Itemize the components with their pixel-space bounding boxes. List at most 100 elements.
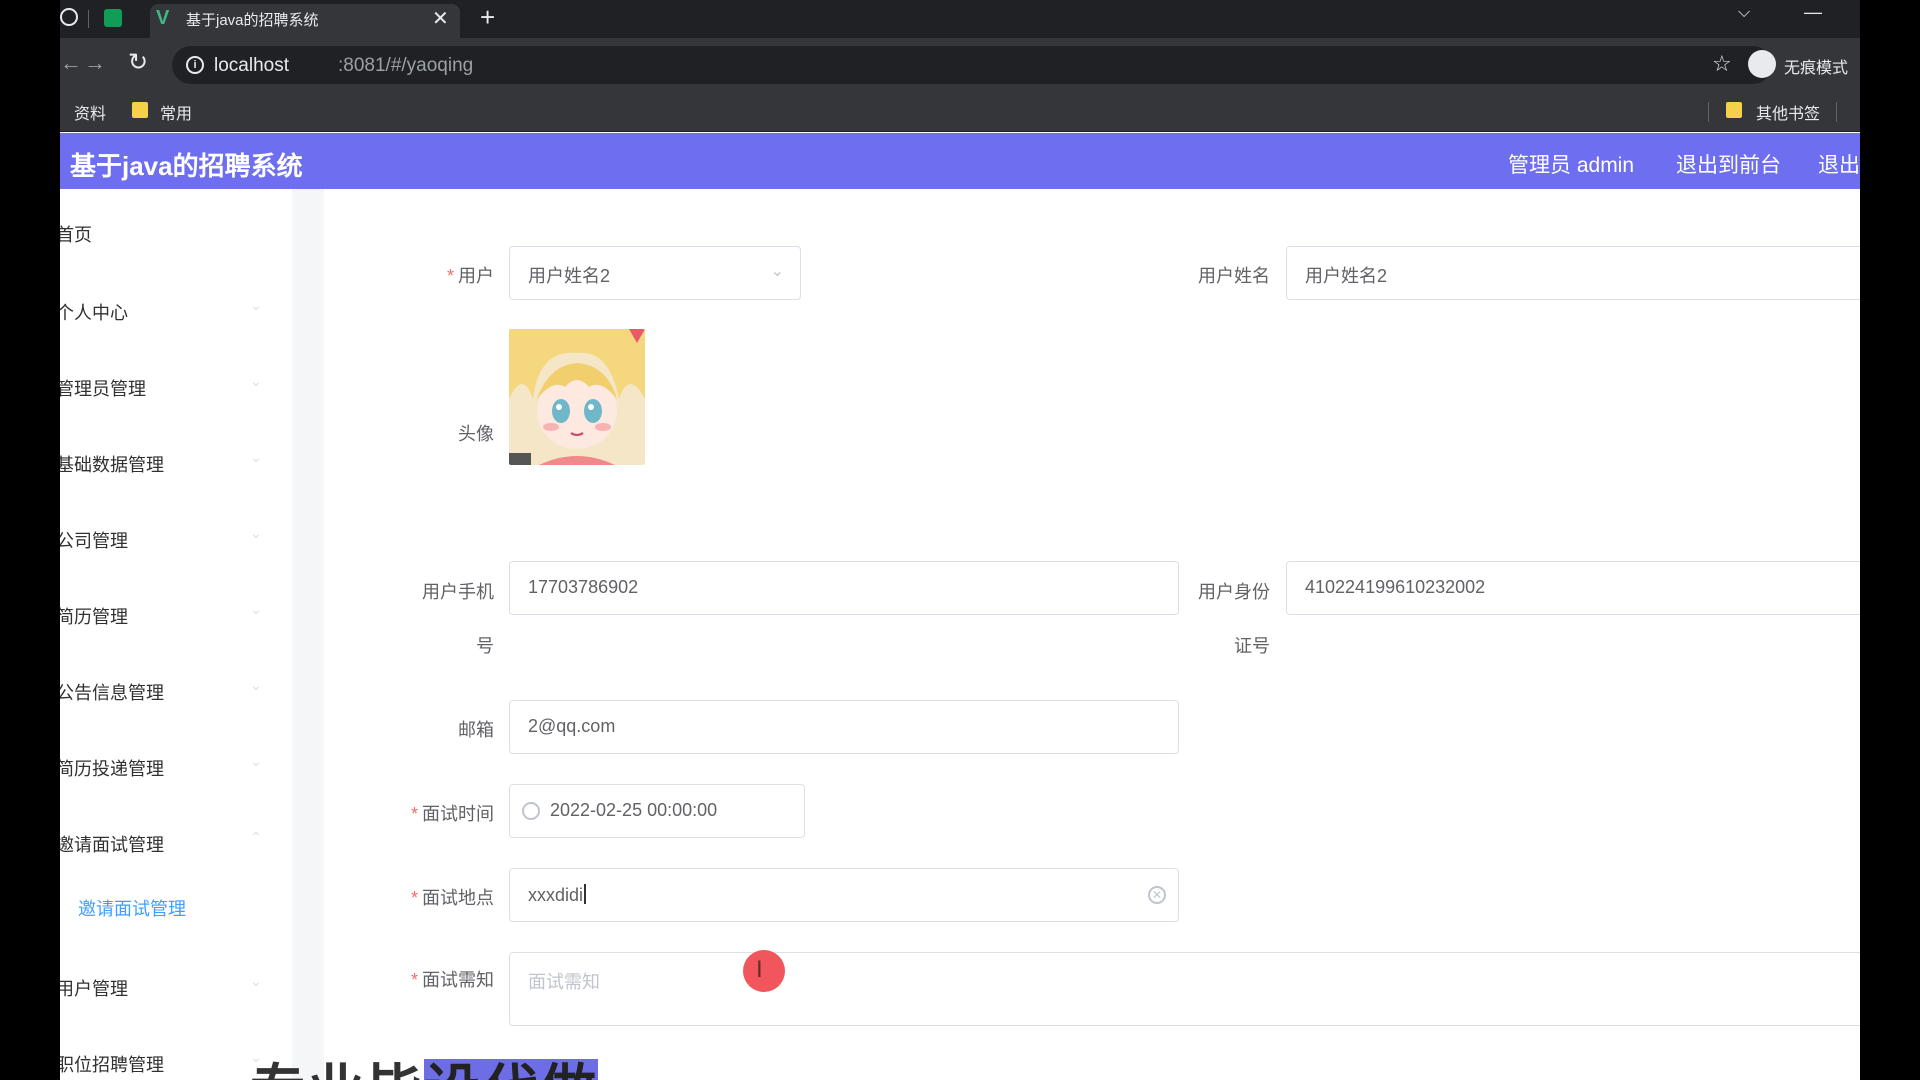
minimize-icon[interactable]: — xyxy=(1804,2,1822,23)
browser-toolbar: ← → ↻ i localhost :8081/#/yaoqing ☆ 无痕模式 xyxy=(60,38,1860,92)
chevron-down-icon: ⌄ xyxy=(250,525,262,541)
place-label: * 面试地点 xyxy=(360,884,494,910)
bookmark-item[interactable]: 资料 xyxy=(74,100,106,124)
idcard-label: 用户身份 xyxy=(1198,582,1270,602)
sidebar-item-admin[interactable]: 管理员管理 ⌄ xyxy=(60,365,292,405)
overlay-caption: 专业毕设代做 xyxy=(250,1046,598,1080)
time-label-text: 面试时间 xyxy=(422,804,494,824)
interview-time-value: 2022-02-25 00:00:00 xyxy=(550,800,718,820)
email-field[interactable]: 2@qq.com xyxy=(509,700,1179,754)
pinned-tab-sheet-icon[interactable] xyxy=(104,9,122,27)
tab-title[interactable]: 基于java的招聘系统 xyxy=(186,9,319,30)
sidebar-item-label: 首页 xyxy=(60,225,92,245)
sidebar-item-basedata[interactable]: 基础数据管理 ⌄ xyxy=(60,441,292,481)
interview-place-field[interactable]: xxxdidi ✕ xyxy=(509,868,1179,922)
username-value: 用户姓名2 xyxy=(1305,266,1388,286)
sidebar-item-label: 基础数据管理 xyxy=(60,455,164,475)
phone-label: 用户手机 xyxy=(422,582,494,602)
sidebar-item-label: 个人中心 xyxy=(60,303,128,323)
url-host: localhost xyxy=(214,55,289,76)
reload-icon[interactable]: ↻ xyxy=(128,48,148,77)
forward-icon[interactable]: → xyxy=(84,50,106,76)
ibeam-cursor-icon: I xyxy=(756,956,763,983)
phone-label-cont: 号 xyxy=(476,636,494,656)
idcard-label-cont: 证号 xyxy=(1234,636,1270,656)
user-select-value: 用户姓名2 xyxy=(528,266,611,286)
bookmark-star-icon[interactable]: ☆ xyxy=(1712,51,1732,77)
sidebar-item-users[interactable]: 用户管理 ⌄ xyxy=(60,965,292,1005)
phone-value: 17703786902 xyxy=(528,577,639,597)
sidebar-item-label: 简历管理 xyxy=(60,607,128,627)
bookmark-separator xyxy=(1836,102,1837,122)
sidebar-item-notice[interactable]: 公告信息管理 ⌄ xyxy=(60,669,292,709)
folder-icon xyxy=(132,102,148,118)
sidebar-item-delivery[interactable]: 简历投递管理 ⌄ xyxy=(60,745,292,785)
sidebar-item-label: 公司管理 xyxy=(60,531,128,551)
avatar-image-icon xyxy=(509,329,645,465)
sidebar-subitem-interview[interactable]: 邀请面试管理 xyxy=(78,895,186,921)
url-path: :8081/#/yaoqing xyxy=(338,55,474,76)
bookmark-item[interactable]: 常用 xyxy=(160,100,192,124)
sidebar-item-home[interactable]: 首页 xyxy=(60,211,292,251)
sidebar-item-label: 公告信息管理 xyxy=(60,683,164,703)
new-tab-button[interactable]: + xyxy=(480,2,495,33)
user-label-text: 用户 xyxy=(458,266,494,286)
required-mark: * xyxy=(410,804,418,824)
interview-place-value: xxxdidi xyxy=(528,884,587,906)
site-info-icon[interactable]: i xyxy=(186,56,204,74)
incognito-icon xyxy=(1748,50,1776,78)
chevron-down-icon: ⌄ xyxy=(250,677,262,693)
tab-search-chevron-icon[interactable]: ⌵ xyxy=(1738,4,1750,22)
chevron-up-icon: ⌃ xyxy=(250,829,262,845)
place-label-text: 面试地点 xyxy=(422,888,494,908)
interview-notice-textarea[interactable]: 面试需知 xyxy=(509,952,1860,1026)
clear-icon[interactable]: ✕ xyxy=(1148,886,1166,904)
mouse-cursor-highlight xyxy=(743,950,785,992)
tab-separator xyxy=(88,10,89,28)
notice-label: * 面试需知 xyxy=(360,966,494,992)
back-icon[interactable]: ← xyxy=(60,50,82,76)
chevron-down-icon: ⌄ xyxy=(250,297,262,313)
user-label: * 用户 xyxy=(360,262,494,288)
sidebar-item-profile[interactable]: 个人中心 ⌄ xyxy=(60,289,292,329)
back-to-front-link[interactable]: 退出到前台 xyxy=(1676,149,1781,179)
sidebar-item-resume[interactable]: 简历管理 ⌄ xyxy=(60,593,292,633)
form-area xyxy=(324,189,1860,1080)
required-mark: * xyxy=(446,266,454,286)
other-bookmarks[interactable]: 其他书签 xyxy=(1756,100,1820,124)
tab-search-icon[interactable] xyxy=(60,8,78,26)
idcard-field[interactable]: 410224199610232002 xyxy=(1286,561,1860,615)
sidebar-item-company[interactable]: 公司管理 ⌄ xyxy=(60,517,292,557)
email-label: 邮箱 xyxy=(458,720,494,740)
phone-field[interactable]: 17703786902 xyxy=(509,561,1179,615)
idcard-value: 410224199610232002 xyxy=(1305,577,1486,597)
incognito-badge[interactable]: 无痕模式 xyxy=(1748,48,1858,84)
user-select[interactable]: 用户姓名2 ⌄ xyxy=(509,246,801,300)
vue-favicon-icon: V xyxy=(156,7,170,29)
tab-strip: V 基于java的招聘系统 ✕ + ⌵ — xyxy=(60,0,1860,38)
clock-icon xyxy=(522,802,540,820)
content-gutter xyxy=(292,189,324,1080)
username-field[interactable]: 用户姓名2 xyxy=(1286,246,1860,300)
app-title: 基于java的招聘系统 xyxy=(70,151,303,181)
chevron-down-icon: ⌄ xyxy=(250,373,262,389)
bookmark-separator xyxy=(1708,102,1709,122)
admin-label: 管理员 admin xyxy=(1508,154,1635,177)
sidebar-item-interview[interactable]: 邀请面试管理 ⌃ xyxy=(60,821,292,861)
chevron-down-icon: ⌄ xyxy=(250,753,262,769)
email-value: 2@qq.com xyxy=(528,716,616,736)
sidebar-item-label: 管理员管理 xyxy=(60,379,146,399)
app-header: 基于java的招聘系统 管理员 admin 退出到前台 退出 xyxy=(60,133,1860,189)
notice-label-text: 面试需知 xyxy=(422,970,494,990)
address-bar[interactable]: i localhost :8081/#/yaoqing ☆ xyxy=(172,46,1772,84)
sidebar: 首页 个人中心 ⌄ 管理员管理 ⌄ 基础数据管理 ⌄ 公司管理 ⌄ 简历管理 ⌄ 公告信息… xyxy=(60,189,292,1080)
tab-close-icon[interactable]: ✕ xyxy=(432,6,449,31)
chevron-down-icon: ⌄ xyxy=(250,601,262,617)
sidebar-item-label: 邀请面试管理 xyxy=(60,835,164,855)
logout-link[interactable]: 退出 xyxy=(1818,149,1860,179)
sidebar-item-label: 简历投递管理 xyxy=(60,759,164,779)
interview-time-picker[interactable]: 2022-02-25 00:00:00 xyxy=(509,784,805,838)
browser-window: V 基于java的招聘系统 ✕ + ⌵ — ← → ↻ i localhost … xyxy=(60,0,1860,1080)
incognito-label: 无痕模式 xyxy=(1784,60,1849,77)
avatar[interactable] xyxy=(509,329,645,465)
